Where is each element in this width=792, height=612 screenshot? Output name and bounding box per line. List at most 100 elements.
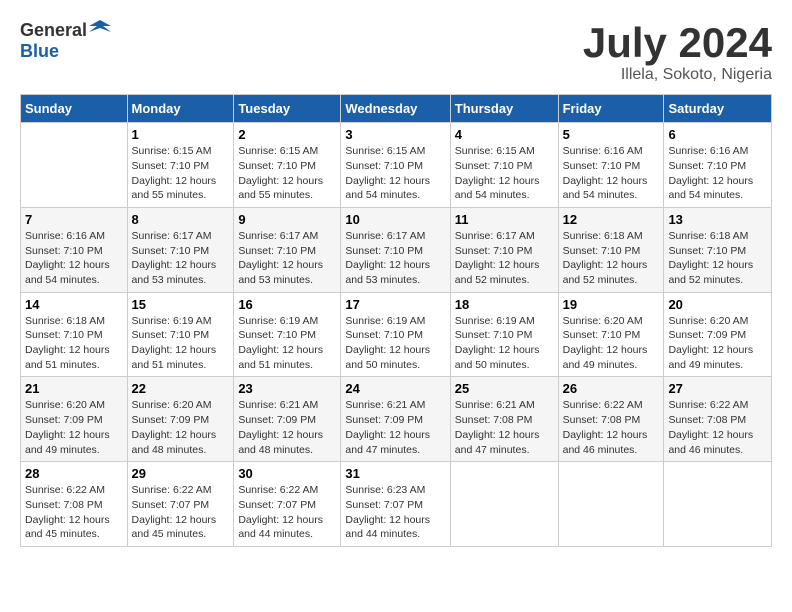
day-info: Sunrise: 6:19 AM Sunset: 7:10 PM Dayligh… (345, 314, 445, 373)
day-number: 27 (668, 381, 767, 396)
day-info: Sunrise: 6:20 AM Sunset: 7:09 PM Dayligh… (668, 314, 767, 373)
calendar-cell: 8 Sunrise: 6:17 AM Sunset: 7:10 PM Daylig… (127, 207, 234, 292)
day-number: 17 (345, 297, 445, 312)
calendar-cell: 26Sunrise: 6:22 AM Sunset: 7:08 PM Dayli… (558, 377, 664, 462)
calendar-cell: 18 Sunrise: 6:19 AM Sunset: 7:10 PM Dayli… (450, 292, 558, 377)
day-info: Sunrise: 6:15 AM Sunset: 7:10 PM Dayligh… (132, 144, 230, 203)
calendar-location: Illela, Sokoto, Nigeria (583, 66, 772, 84)
day-number: 8 (132, 212, 230, 227)
day-number: 31 (345, 466, 445, 481)
day-number: 23 (238, 381, 336, 396)
calendar-cell: 25Sunrise: 6:21 AM Sunset: 7:08 PM Dayli… (450, 377, 558, 462)
logo: General Blue (20, 20, 111, 62)
day-number: 28 (25, 466, 123, 481)
calendar-cell: 20 Sunrise: 6:20 AM Sunset: 7:09 PM Dayli… (664, 292, 772, 377)
header-sunday: Sunday (21, 95, 128, 123)
day-number: 15 (132, 297, 230, 312)
calendar-cell: 2Sunrise: 6:15 AM Sunset: 7:10 PM Daylig… (234, 123, 341, 208)
calendar-title: July 2024 (583, 20, 772, 66)
day-info: Sunrise: 6:22 AM Sunset: 7:07 PM Dayligh… (238, 483, 336, 542)
calendar-cell: 23 Sunrise: 6:21 AM Sunset: 7:09 PM Dayli… (234, 377, 341, 462)
day-info: Sunrise: 6:16 AM Sunset: 7:10 PM Dayligh… (25, 229, 123, 288)
day-info: Sunrise: 6:22 AM Sunset: 7:08 PM Dayligh… (668, 398, 767, 457)
calendar-cell (558, 462, 664, 547)
day-info: Sunrise: 6:17 AM Sunset: 7:10 PM Dayligh… (345, 229, 445, 288)
header-row: Sunday Monday Tuesday Wednesday Thursday… (21, 95, 772, 123)
day-info: Sunrise: 6:17 AM Sunset: 7:10 PM Dayligh… (132, 229, 230, 288)
calendar-cell: 28Sunrise: 6:22 AM Sunset: 7:08 PM Dayli… (21, 462, 128, 547)
day-info: Sunrise: 6:19 AM Sunset: 7:10 PM Dayligh… (238, 314, 336, 373)
title-area: July 2024 Illela, Sokoto, Nigeria (583, 20, 772, 84)
calendar-body: 1 Sunrise: 6:15 AM Sunset: 7:10 PM Daylig… (21, 123, 772, 547)
day-info: Sunrise: 6:16 AM Sunset: 7:10 PM Dayligh… (563, 144, 660, 203)
day-number: 16 (238, 297, 336, 312)
calendar-cell: 17 Sunrise: 6:19 AM Sunset: 7:10 PM Dayli… (341, 292, 450, 377)
day-info: Sunrise: 6:15 AM Sunset: 7:10 PM Dayligh… (455, 144, 554, 203)
day-info: Sunrise: 6:19 AM Sunset: 7:10 PM Dayligh… (132, 314, 230, 373)
logo-blue-text: Blue (20, 41, 59, 61)
day-info: Sunrise: 6:20 AM Sunset: 7:10 PM Dayligh… (563, 314, 660, 373)
calendar-cell: 3Sunrise: 6:15 AM Sunset: 7:10 PM Daylig… (341, 123, 450, 208)
calendar-week-3: 14 Sunrise: 6:18 AM Sunset: 7:10 PM Dayli… (21, 292, 772, 377)
calendar-cell (21, 123, 128, 208)
header-wednesday: Wednesday (341, 95, 450, 123)
page-header: General Blue July 2024 Illela, Sokoto, N… (20, 20, 772, 84)
day-info: Sunrise: 6:22 AM Sunset: 7:08 PM Dayligh… (563, 398, 660, 457)
day-number: 10 (345, 212, 445, 227)
day-info: Sunrise: 6:19 AM Sunset: 7:10 PM Dayligh… (455, 314, 554, 373)
day-number: 9 (238, 212, 336, 227)
day-info: Sunrise: 6:23 AM Sunset: 7:07 PM Dayligh… (345, 483, 445, 542)
calendar-cell: 4 Sunrise: 6:15 AM Sunset: 7:10 PM Daylig… (450, 123, 558, 208)
day-info: Sunrise: 6:18 AM Sunset: 7:10 PM Dayligh… (563, 229, 660, 288)
day-number: 3 (345, 127, 445, 142)
day-info: Sunrise: 6:18 AM Sunset: 7:10 PM Dayligh… (668, 229, 767, 288)
calendar-cell: 11Sunrise: 6:17 AM Sunset: 7:10 PM Dayli… (450, 207, 558, 292)
calendar-cell: 10 Sunrise: 6:17 AM Sunset: 7:10 PM Dayli… (341, 207, 450, 292)
calendar-cell: 15 Sunrise: 6:19 AM Sunset: 7:10 PM Dayli… (127, 292, 234, 377)
day-info: Sunrise: 6:22 AM Sunset: 7:07 PM Dayligh… (132, 483, 230, 542)
calendar-cell: 21Sunrise: 6:20 AM Sunset: 7:09 PM Dayli… (21, 377, 128, 462)
day-info: Sunrise: 6:21 AM Sunset: 7:09 PM Dayligh… (238, 398, 336, 457)
calendar-cell: 30 Sunrise: 6:22 AM Sunset: 7:07 PM Dayli… (234, 462, 341, 547)
calendar-cell: 5Sunrise: 6:16 AM Sunset: 7:10 PM Daylig… (558, 123, 664, 208)
calendar-cell: 12Sunrise: 6:18 AM Sunset: 7:10 PM Dayli… (558, 207, 664, 292)
day-number: 1 (132, 127, 230, 142)
day-info: Sunrise: 6:21 AM Sunset: 7:08 PM Dayligh… (455, 398, 554, 457)
day-info: Sunrise: 6:18 AM Sunset: 7:10 PM Dayligh… (25, 314, 123, 373)
day-number: 6 (668, 127, 767, 142)
day-number: 30 (238, 466, 336, 481)
day-number: 7 (25, 212, 123, 227)
calendar-header: Sunday Monday Tuesday Wednesday Thursday… (21, 95, 772, 123)
day-info: Sunrise: 6:20 AM Sunset: 7:09 PM Dayligh… (25, 398, 123, 457)
calendar-cell: 29 Sunrise: 6:22 AM Sunset: 7:07 PM Dayli… (127, 462, 234, 547)
logo-general-text: General (20, 20, 87, 41)
calendar-cell: 1 Sunrise: 6:15 AM Sunset: 7:10 PM Daylig… (127, 123, 234, 208)
calendar-week-2: 7 Sunrise: 6:16 AM Sunset: 7:10 PM Daylig… (21, 207, 772, 292)
calendar-week-1: 1 Sunrise: 6:15 AM Sunset: 7:10 PM Daylig… (21, 123, 772, 208)
header-saturday: Saturday (664, 95, 772, 123)
calendar-cell: 13 Sunrise: 6:18 AM Sunset: 7:10 PM Dayli… (664, 207, 772, 292)
calendar-cell: 24Sunrise: 6:21 AM Sunset: 7:09 PM Dayli… (341, 377, 450, 462)
day-number: 19 (563, 297, 660, 312)
calendar-cell: 6 Sunrise: 6:16 AM Sunset: 7:10 PM Daylig… (664, 123, 772, 208)
day-number: 2 (238, 127, 336, 142)
day-info: Sunrise: 6:17 AM Sunset: 7:10 PM Dayligh… (455, 229, 554, 288)
day-number: 22 (132, 381, 230, 396)
calendar-table: Sunday Monday Tuesday Wednesday Thursday… (20, 94, 772, 547)
calendar-cell: 31 Sunrise: 6:23 AM Sunset: 7:07 PM Dayli… (341, 462, 450, 547)
day-info: Sunrise: 6:21 AM Sunset: 7:09 PM Dayligh… (345, 398, 445, 457)
header-monday: Monday (127, 95, 234, 123)
day-info: Sunrise: 6:16 AM Sunset: 7:10 PM Dayligh… (668, 144, 767, 203)
day-number: 18 (455, 297, 554, 312)
calendar-week-4: 21Sunrise: 6:20 AM Sunset: 7:09 PM Dayli… (21, 377, 772, 462)
day-number: 13 (668, 212, 767, 227)
day-number: 14 (25, 297, 123, 312)
header-tuesday: Tuesday (234, 95, 341, 123)
day-number: 4 (455, 127, 554, 142)
day-number: 20 (668, 297, 767, 312)
calendar-cell: 14 Sunrise: 6:18 AM Sunset: 7:10 PM Dayli… (21, 292, 128, 377)
calendar-cell (664, 462, 772, 547)
day-info: Sunrise: 6:17 AM Sunset: 7:10 PM Dayligh… (238, 229, 336, 288)
day-number: 29 (132, 466, 230, 481)
day-info: Sunrise: 6:20 AM Sunset: 7:09 PM Dayligh… (132, 398, 230, 457)
